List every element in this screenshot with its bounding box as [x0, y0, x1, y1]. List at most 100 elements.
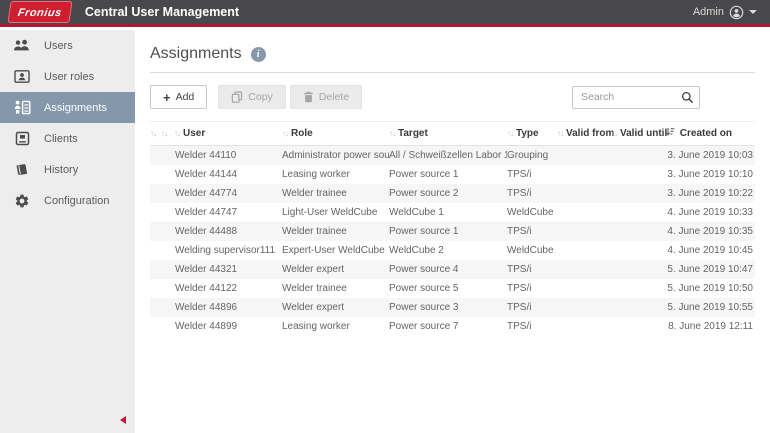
row-sort-cell	[150, 260, 161, 279]
copy-button[interactable]: Copy	[218, 85, 286, 109]
cell-type: TPS/i	[507, 298, 557, 317]
sort-icon: ↑↓	[507, 129, 513, 138]
cell-valid-until	[611, 203, 665, 222]
row-sort-cell	[161, 298, 174, 317]
sort-icon: ↑↓	[174, 129, 180, 138]
table-row[interactable]: Welder 44144Leasing workerPower source 1…	[150, 165, 755, 184]
cell-user: Welding supervisor111	[174, 241, 282, 260]
cell-valid-until	[611, 165, 665, 184]
cell-created-on: 4. June 2019 10:33	[665, 203, 755, 222]
cell-type: TPS/i	[507, 279, 557, 298]
cell-created-on: 5. June 2019 10:50	[665, 279, 755, 298]
cell-role: Welder trainee	[282, 184, 389, 203]
cell-created-on: 4. June 2019 10:45	[665, 241, 755, 260]
row-sort-cell	[150, 203, 161, 222]
cell-user: Welder 44747	[174, 203, 282, 222]
column-header-created-on[interactable]: Created on	[665, 122, 755, 146]
app-title: Central User Management	[85, 5, 239, 19]
user-menu-label: Admin	[693, 6, 724, 18]
cell-valid-until	[611, 222, 665, 241]
user-avatar-icon	[729, 5, 744, 20]
cell-valid-until	[611, 260, 665, 279]
sidebar-item-clients[interactable]: Clients	[0, 123, 135, 154]
sidebar-nav: Users User roles Assignments Clients His…	[0, 30, 135, 433]
row-sort-cell	[150, 317, 161, 336]
table-row[interactable]: Welder 44122Welder traineePower source 5…	[150, 279, 755, 298]
sidebar-item-history[interactable]: History	[0, 154, 135, 185]
table-row[interactable]: Welding supervisor111Expert-User WeldCub…	[150, 241, 755, 260]
title-divider	[150, 72, 755, 73]
row-sort-cell	[161, 260, 174, 279]
sort-column-extra-2[interactable]: ↑↓	[161, 122, 174, 146]
sidebar-item-user-roles[interactable]: User roles	[0, 61, 135, 92]
column-header-valid-until[interactable]: ↑↓Valid until	[611, 122, 665, 146]
row-sort-cell	[161, 222, 174, 241]
cell-valid-until	[611, 279, 665, 298]
cell-target: Power source 1	[389, 222, 507, 241]
table-row[interactable]: Welder 44488Welder traineePower source 1…	[150, 222, 755, 241]
cell-created-on: 8. June 2019 12:11	[665, 317, 755, 336]
table-header-row: ↑↓ ↑↓ ↑↓User ↑↓Role ↑↓Target ↑↓Type ↑↓Va…	[150, 122, 755, 146]
row-sort-cell	[150, 222, 161, 241]
cell-target: Power source 7	[389, 317, 507, 336]
cell-user: Welder 44896	[174, 298, 282, 317]
column-header-valid-from[interactable]: ↑↓Valid from	[557, 122, 611, 146]
cell-valid-from	[557, 241, 611, 260]
sort-icon: ↑↓	[611, 129, 617, 138]
row-sort-cell	[150, 184, 161, 203]
sidebar-item-label: User roles	[44, 71, 94, 83]
table-row[interactable]: Welder 44899Leasing workerPower source 7…	[150, 317, 755, 336]
table-row[interactable]: Welder 44747Light-User WeldCubeWeldCube …	[150, 203, 755, 222]
cell-role: Leasing worker	[282, 165, 389, 184]
sidebar-item-assignments[interactable]: Assignments	[0, 92, 135, 123]
sidebar-collapse-icon[interactable]	[120, 416, 126, 424]
table-row[interactable]: Welder 44321Welder expertPower source 4T…	[150, 260, 755, 279]
sidebar-item-label: Configuration	[44, 195, 109, 207]
assignments-table: ↑↓ ↑↓ ↑↓User ↑↓Role ↑↓Target ↑↓Type ↑↓Va…	[150, 121, 755, 336]
column-header-user[interactable]: ↑↓User	[174, 122, 282, 146]
row-sort-cell	[161, 146, 174, 166]
cell-role: Welder trainee	[282, 279, 389, 298]
user-menu[interactable]: Admin	[693, 5, 770, 20]
cell-created-on: 5. June 2019 10:55	[665, 298, 755, 317]
delete-button[interactable]: Delete	[290, 85, 362, 109]
cell-type: TPS/i	[507, 184, 557, 203]
search-icon[interactable]	[681, 91, 694, 109]
clients-icon	[13, 131, 31, 146]
table-row[interactable]: Welder 44110Administrator power sourceAl…	[150, 146, 755, 166]
sidebar-item-users[interactable]: Users	[0, 30, 135, 61]
column-header-target[interactable]: ↑↓Target	[389, 122, 507, 146]
info-icon[interactable]: i	[251, 47, 266, 62]
configuration-icon	[13, 193, 31, 209]
sidebar-item-label: Clients	[44, 133, 78, 145]
row-sort-cell	[150, 298, 161, 317]
row-sort-cell	[161, 317, 174, 336]
cell-valid-from	[557, 317, 611, 336]
cell-target: Power source 5	[389, 279, 507, 298]
cell-valid-until	[611, 298, 665, 317]
row-sort-cell	[161, 203, 174, 222]
cell-created-on: 5. June 2019 10:47	[665, 260, 755, 279]
table-row[interactable]: Welder 44774Welder traineePower source 2…	[150, 184, 755, 203]
sort-column-extra-1[interactable]: ↑↓	[150, 122, 161, 146]
sort-descending-icon	[665, 129, 678, 140]
cell-valid-from	[557, 222, 611, 241]
sort-icon: ↑↓	[389, 129, 395, 138]
table-row[interactable]: Welder 44896Welder expertPower source 3T…	[150, 298, 755, 317]
cell-type: TPS/i	[507, 260, 557, 279]
cell-valid-until	[611, 146, 665, 166]
row-sort-cell	[161, 241, 174, 260]
cell-valid-from	[557, 165, 611, 184]
cell-created-on: 3. June 2019 10:22	[665, 184, 755, 203]
column-header-type[interactable]: ↑↓Type	[507, 122, 557, 146]
cell-valid-from	[557, 203, 611, 222]
cell-target: Power source 2	[389, 184, 507, 203]
row-sort-cell	[161, 279, 174, 298]
add-button[interactable]: + Add	[150, 85, 207, 109]
sort-icon: ↑↓	[150, 129, 156, 138]
cell-user: Welder 44774	[174, 184, 282, 203]
column-header-role[interactable]: ↑↓Role	[282, 122, 389, 146]
sort-icon: ↑↓	[557, 129, 563, 138]
sidebar-item-configuration[interactable]: Configuration	[0, 185, 135, 216]
users-icon	[13, 39, 31, 53]
